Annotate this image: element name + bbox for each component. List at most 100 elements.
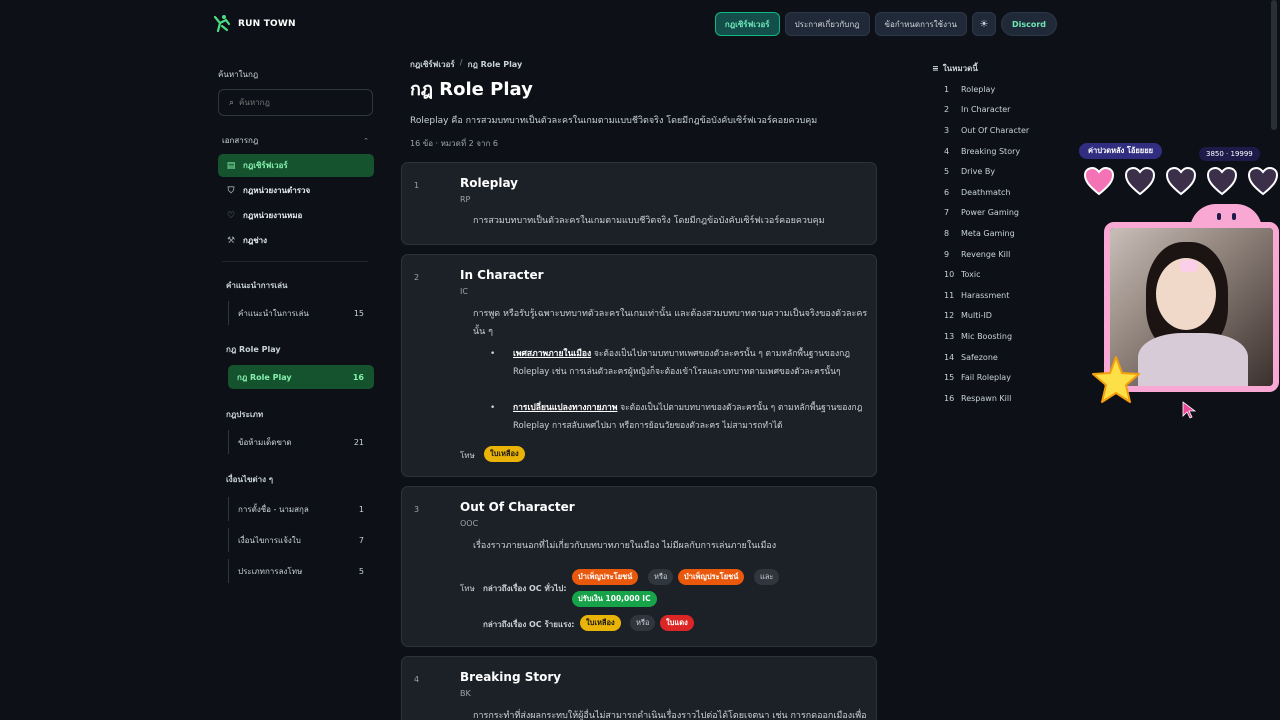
toc-item[interactable]: 9 Revenge Kill bbox=[932, 244, 1042, 265]
nav-server-rules[interactable]: กฎเซิร์ฟเวอร์ bbox=[714, 12, 780, 36]
doc-doctor-rules[interactable]: ♡ กฎหน่วยงานหมอ bbox=[218, 204, 374, 227]
doc-label: กฎหน่วยงานตำรวจ bbox=[243, 186, 311, 195]
toc-item-number: 15 bbox=[944, 373, 955, 383]
toc-item[interactable]: 10 Toxic bbox=[932, 264, 1042, 285]
breadcrumb-item[interactable]: กฎเซิร์ฟเวอร์ bbox=[410, 58, 455, 71]
toc-item[interactable]: 2 In Character bbox=[932, 100, 1042, 121]
group-label-roleplay: กฎ Role Play bbox=[226, 345, 281, 354]
toc-item[interactable]: 4 Breaking Story bbox=[932, 141, 1042, 162]
docs-section-label: เอกสารกฎ bbox=[222, 136, 259, 145]
toc-item-number: 2 bbox=[944, 105, 950, 115]
search-label: ค้นหาในกฎ bbox=[218, 70, 259, 79]
toc-item-number: 9 bbox=[944, 249, 950, 259]
toc-list: 1 Roleplay 2 In Character 3 Out Of Character 4… bbox=[932, 79, 1042, 409]
breadcrumb-item[interactable]: กฎ Role Play bbox=[468, 58, 523, 71]
sidebar-item-count: 1 bbox=[358, 504, 364, 514]
sidebar-item-label: ข้อห้ามเด็ดขาด bbox=[238, 437, 292, 447]
toc-item[interactable]: 5 Drive By bbox=[932, 161, 1042, 182]
penalty-tag: บำเพ็ญประโยชน์ bbox=[678, 569, 745, 585]
sidebar-item-play-guide[interactable]: คำแนะนำในการเล่น 15 bbox=[228, 301, 374, 325]
toc-item[interactable]: 14 Safezone bbox=[932, 347, 1042, 368]
bullet-strong: การเปลี่ยนแปลงทางกายภาพ bbox=[513, 403, 618, 413]
toc-item-label: Meta Gaming bbox=[961, 228, 1015, 238]
sidebar-item-count: 21 bbox=[353, 437, 364, 447]
sidebar-item-label: กฎ Role Play bbox=[237, 372, 292, 382]
rule-abbr: RP bbox=[460, 195, 471, 204]
book-icon: ▤ bbox=[226, 160, 236, 171]
toc-item[interactable]: 7 Power Gaming bbox=[932, 203, 1042, 224]
rule-card: 3 Out Of Character OOC เรื่องราวภายนอกที… bbox=[401, 486, 877, 647]
sidebar-item-roleplay[interactable]: กฎ Role Play 16 bbox=[228, 365, 374, 389]
heart-empty-icon bbox=[1206, 166, 1238, 196]
rule-card: 4 Breaking Story BK การกระทำที่ส่งผลกระท… bbox=[401, 656, 877, 720]
sidebar-item-naming[interactable]: การตั้งชื่อ - นามสกุล 1 bbox=[228, 497, 374, 521]
brand-logo[interactable]: RUN TOWN bbox=[212, 14, 296, 34]
page-scrollbar[interactable] bbox=[1271, 0, 1277, 130]
toc-item-number: 4 bbox=[944, 146, 950, 156]
penalty-tag: ปรับเงิน 100,000 IC bbox=[572, 591, 657, 607]
toc-item[interactable]: 6 Deathmatch bbox=[932, 182, 1042, 203]
sidebar-item-penalty-types[interactable]: ประเภทการลงโทษ 5 bbox=[228, 559, 374, 583]
rule-title: In Character bbox=[460, 268, 544, 282]
sidebar-item-prohibited[interactable]: ข้อห้ามเด็ดขาด 21 bbox=[228, 430, 374, 454]
heart-empty-icon bbox=[1247, 166, 1279, 196]
nav-rule-announcements[interactable]: ประกาศเกี่ยวกับกฎ bbox=[784, 12, 870, 36]
doc-mechanic-rules[interactable]: ⚒ กฎช่าง bbox=[218, 229, 374, 252]
toc-item[interactable]: 1 Roleplay bbox=[932, 79, 1042, 100]
toc-item[interactable]: 15 Fail Roleplay bbox=[932, 367, 1042, 388]
top-header: RUN TOWN กฎเซิร์ฟเวอร์ ประกาศเกี่ยวกับกฎ… bbox=[0, 0, 1280, 48]
penalty-label: โทษ bbox=[460, 584, 475, 593]
page-title: กฎ Role Play bbox=[410, 79, 533, 100]
runner-logo-icon bbox=[213, 15, 231, 33]
penalty-tag: ใบเหลือง bbox=[580, 615, 621, 631]
toc-item-label: Toxic bbox=[961, 270, 981, 280]
toc-item[interactable]: 11 Harassment bbox=[932, 285, 1042, 306]
shield-icon: ⛉ bbox=[227, 185, 235, 196]
toc-item[interactable]: 8 Meta Gaming bbox=[932, 223, 1042, 244]
sidebar-item-label: ประเภทการลงโทษ bbox=[238, 566, 303, 576]
rule-title: Out Of Character bbox=[460, 500, 575, 514]
group-label-play-guide: คำแนะนำการเล่น bbox=[226, 281, 288, 290]
doc-label: กฎเซิร์ฟเวอร์ bbox=[243, 161, 288, 170]
theme-toggle-button[interactable]: ☀ bbox=[971, 12, 996, 36]
nav-terms-of-use[interactable]: ข้อกำหนดการใช้งาน bbox=[874, 12, 967, 36]
discord-button[interactable]: Discord bbox=[1000, 12, 1057, 36]
rule-number: 1 bbox=[414, 181, 420, 190]
sidebar-item-count: 16 bbox=[352, 372, 364, 382]
page-description: Roleplay คือ การสวมบทบาทเป็นตัวละครในเกม… bbox=[410, 116, 818, 126]
chevron-up-icon: ⌃ bbox=[363, 136, 369, 145]
toc-item-number: 16 bbox=[944, 393, 955, 403]
toc-item-label: Harassment bbox=[961, 290, 1010, 300]
toc-item[interactable]: 13 Mic Boosting bbox=[932, 326, 1042, 347]
toc-item-label: Out Of Character bbox=[961, 125, 1030, 135]
toc-item-number: 14 bbox=[944, 352, 955, 362]
group-label-conditions: เงื่อนไขต่าง ๆ bbox=[226, 475, 274, 484]
rule-number: 2 bbox=[414, 273, 420, 282]
list-icon: ≡ bbox=[932, 64, 939, 73]
breadcrumb-separator: / bbox=[459, 58, 463, 67]
rule-title: Roleplay bbox=[460, 176, 518, 190]
sidebar-item-report-conditions[interactable]: เงื่อนไขการแจ้งใบ 7 bbox=[228, 528, 374, 552]
doc-server-rules[interactable]: ▤ กฎเซิร์ฟเวอร์ bbox=[218, 154, 374, 177]
hp-label: ค่าปวดหลัง โอ้ยยยย bbox=[1079, 143, 1162, 159]
search-input[interactable] bbox=[239, 98, 360, 107]
doc-police-rules[interactable]: ⛉ กฎหน่วยงานตำรวจ bbox=[218, 179, 374, 202]
rule-title: Breaking Story bbox=[460, 670, 562, 684]
kirby-eye bbox=[1217, 213, 1221, 220]
toc-label: ในหมวดนี้ bbox=[942, 64, 978, 73]
toc-item[interactable]: 3 Out Of Character bbox=[932, 120, 1042, 141]
rule-number: 3 bbox=[414, 505, 420, 514]
toc-item[interactable]: 16 Respawn Kill bbox=[932, 388, 1042, 409]
docs-section-header[interactable]: เอกสารกฎ ⌃ bbox=[218, 134, 374, 147]
kirby-eye bbox=[1232, 213, 1236, 220]
sidebar-item-count: 5 bbox=[358, 566, 364, 576]
toc-item-number: 3 bbox=[944, 125, 950, 135]
toc-item[interactable]: 12 Multi-ID bbox=[932, 306, 1042, 327]
toc-item-number: 12 bbox=[944, 311, 955, 321]
hp-count: 3850 · 19999 bbox=[1199, 147, 1260, 161]
table-of-contents: ≡ ในหมวดนี้ 1 Roleplay 2 In Character 3 Out O… bbox=[932, 62, 1042, 409]
toc-item-number: 6 bbox=[944, 187, 950, 197]
breadcrumb: กฎเซิร์ฟเวอร์ / กฎ Role Play bbox=[401, 58, 877, 71]
sidebar-item-label: เงื่อนไขการแจ้งใบ bbox=[238, 535, 301, 545]
search-box[interactable]: ⌕ bbox=[218, 89, 373, 116]
